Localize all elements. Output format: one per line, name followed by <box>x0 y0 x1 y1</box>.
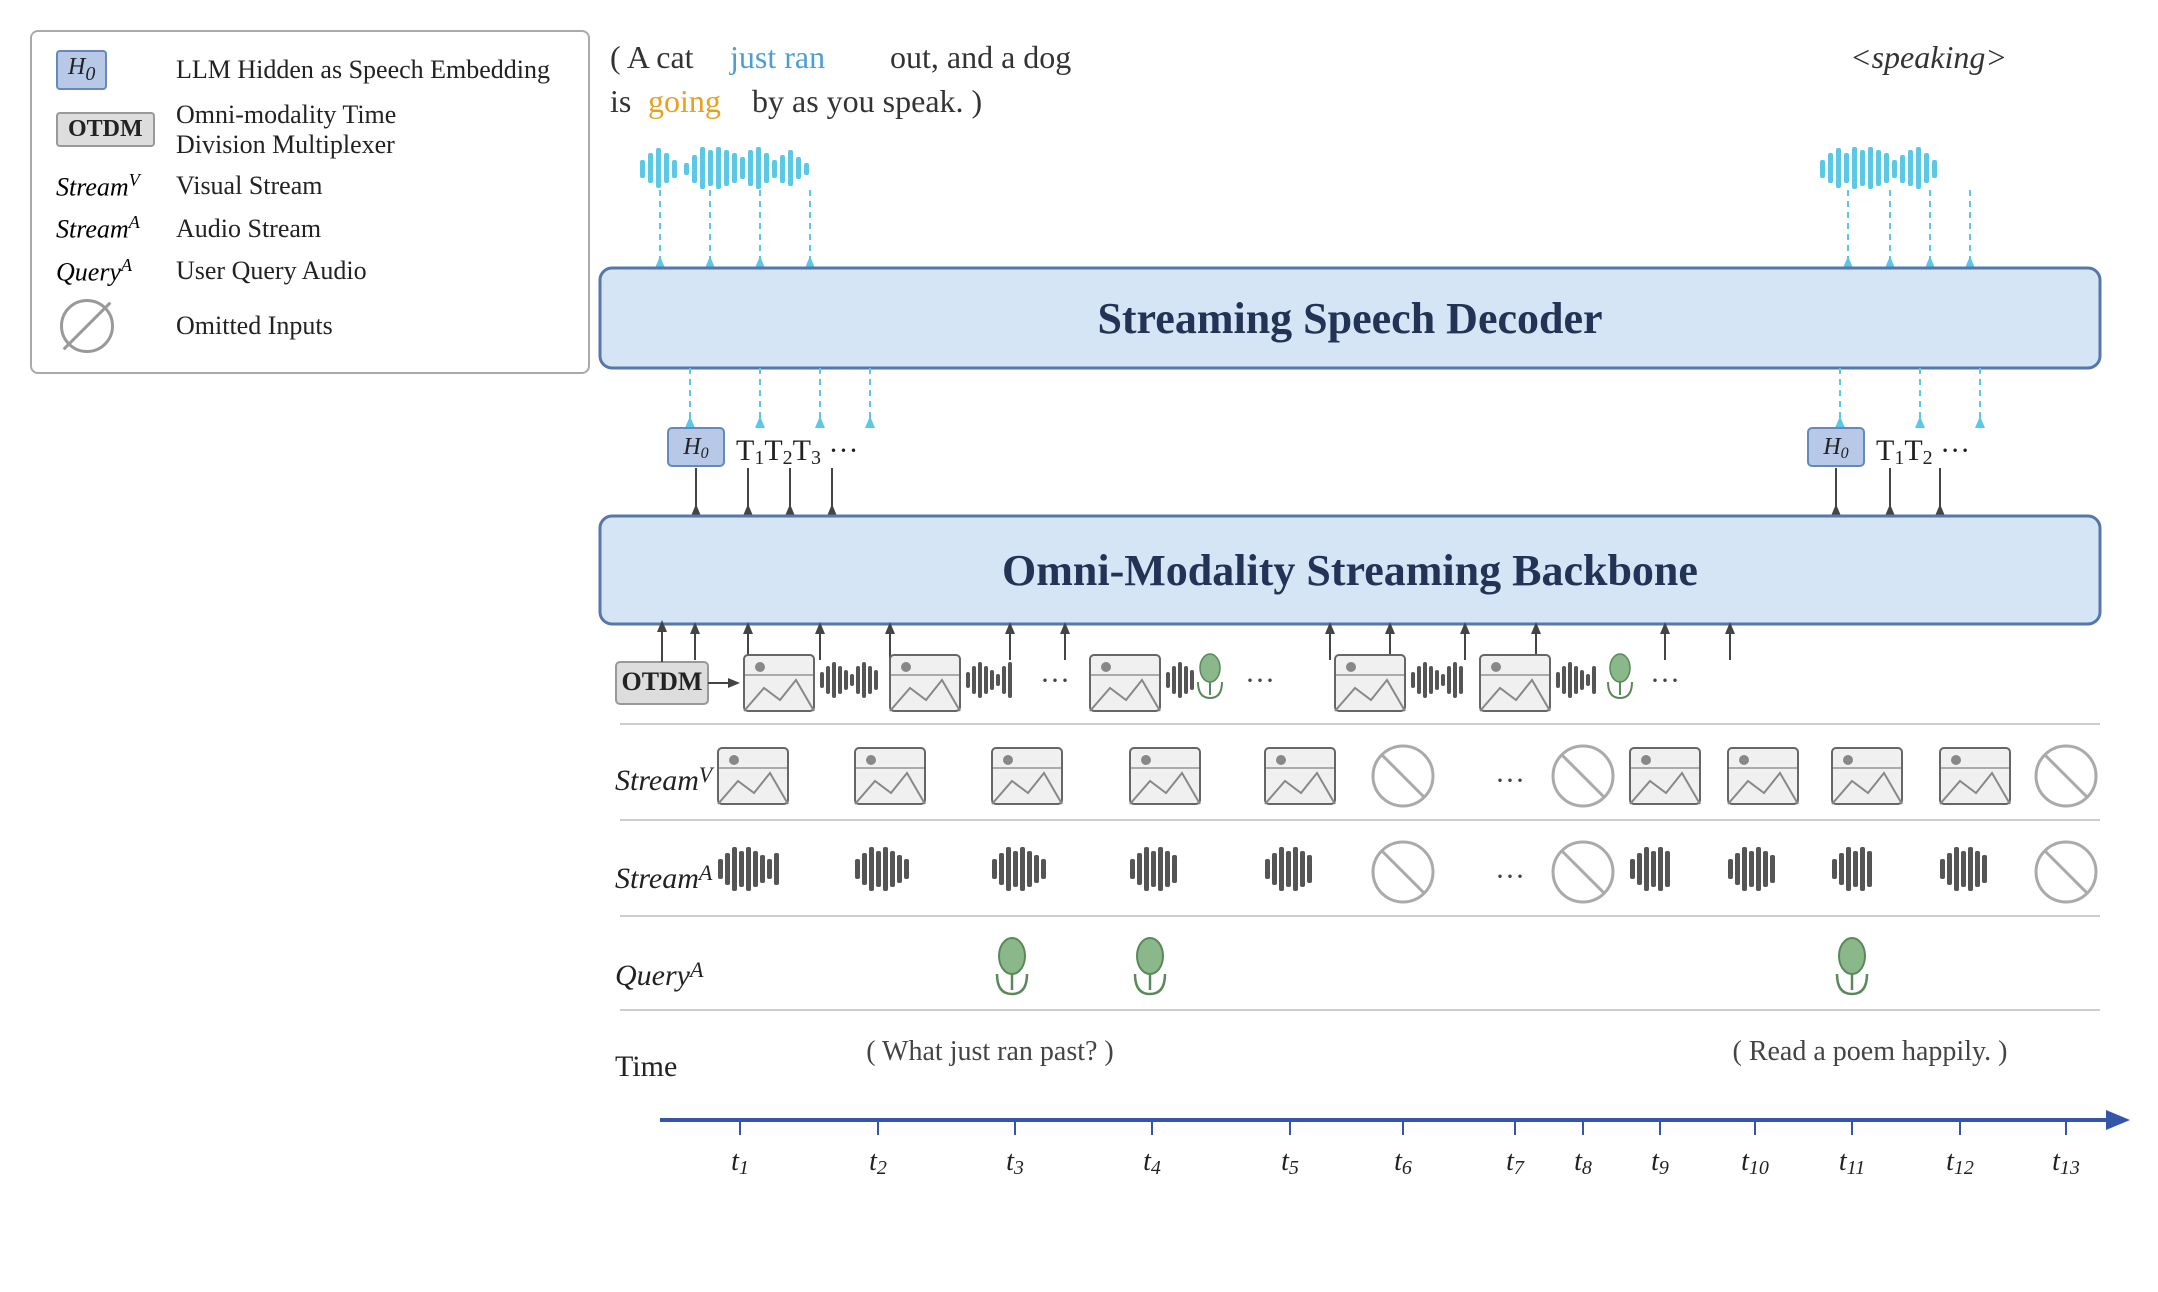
svg-text:Time: Time <box>615 1050 677 1083</box>
svg-text:by as you speak. ): by as you speak. ) <box>752 83 982 119</box>
svg-text:StreamV: StreamV <box>615 762 715 797</box>
svg-text:···: ··· <box>1245 664 1275 697</box>
svg-text:···: ··· <box>1495 764 1525 797</box>
svg-text:just ran: just ran <box>729 39 825 75</box>
svg-text:t4: t4 <box>1143 1146 1161 1179</box>
svg-text:Streaming Speech Decoder: Streaming Speech Decoder <box>1097 294 1602 343</box>
svg-text:t11: t11 <box>1839 1146 1865 1179</box>
svg-text:( What just ran past? ): ( What just ran past? ) <box>866 1036 1114 1067</box>
svg-text:Omni-Modality Streaming Backbo: Omni-Modality Streaming Backbone <box>1002 546 1698 595</box>
svg-text:···: ··· <box>1495 860 1525 893</box>
svg-text:t5: t5 <box>1281 1146 1299 1179</box>
svg-text:t10: t10 <box>1741 1146 1769 1179</box>
svg-text:···: ··· <box>1650 664 1680 697</box>
svg-text:going: going <box>648 83 721 119</box>
svg-text:StreamA: StreamA <box>615 860 713 895</box>
svg-text:is: is <box>610 83 631 119</box>
main-container: H0 LLM Hidden as Speech Embedding OTDM O… <box>0 0 2158 1292</box>
svg-text:OTDM: OTDM <box>622 667 703 696</box>
svg-text:t9: t9 <box>1651 1146 1669 1179</box>
svg-text:t2: t2 <box>869 1146 887 1179</box>
svg-text:t13: t13 <box>2052 1146 2080 1179</box>
svg-text:QueryA: QueryA <box>615 957 704 992</box>
svg-text:t3: t3 <box>1006 1146 1024 1179</box>
svg-text:t12: t12 <box>1946 1146 1974 1179</box>
svg-text:T1T2 ···: T1T2 ··· <box>1876 434 1970 469</box>
svg-text:<speaking>: <speaking> <box>1850 39 2007 75</box>
svg-text:···: ··· <box>1040 664 1070 697</box>
svg-text:t1: t1 <box>731 1146 749 1179</box>
svg-text:out, and a dog: out, and a dog <box>890 39 1071 75</box>
svg-text:t8: t8 <box>1574 1146 1592 1179</box>
svg-text:t7: t7 <box>1506 1146 1525 1179</box>
svg-text:T1T2T3 ···: T1T2T3 ··· <box>736 434 858 469</box>
svg-text:( Read a poem happily. ): ( Read a poem happily. ) <box>1733 1036 2008 1067</box>
svg-text:t6: t6 <box>1394 1146 1412 1179</box>
svg-text:( A cat: ( A cat <box>610 39 694 75</box>
